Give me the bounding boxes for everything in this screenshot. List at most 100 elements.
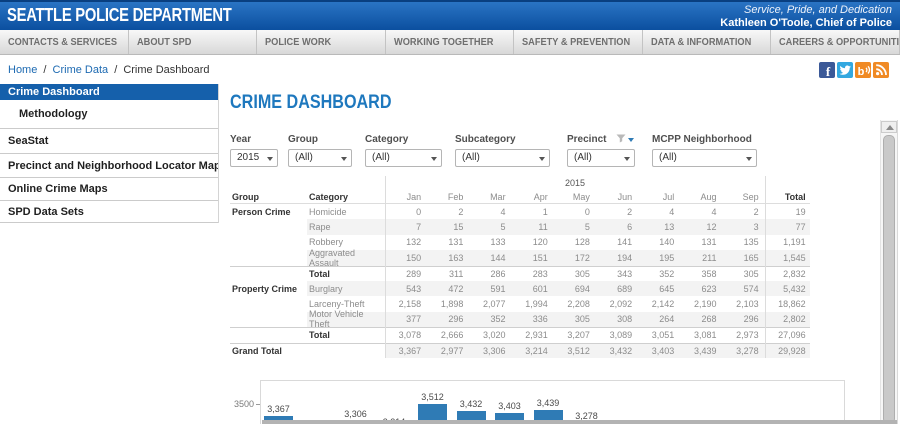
- cell-value: 2,158: [398, 299, 422, 310]
- breadcrumb-current: Crime Dashboard: [123, 64, 210, 76]
- filter-label: Category: [365, 133, 442, 146]
- table-row: Grand Total 3,367 2,977 3,306 3,214 3,512 3,43…: [230, 342, 810, 358]
- filter-caret-icon[interactable]: [628, 137, 635, 142]
- dropdown-caret-icon: [267, 157, 273, 161]
- table-row: Rape 7 15 5 11 5 6 13 12 3 77: [230, 219, 810, 235]
- blog-icon[interactable]: b: [855, 62, 871, 78]
- filter-subcategory: Subcategory (All): [455, 133, 550, 167]
- cell-total: 29,928: [778, 345, 806, 356]
- horizontal-scrollbar[interactable]: [262, 420, 897, 424]
- breadcrumb-link[interactable]: Home: [8, 64, 37, 76]
- breadcrumb: Home / Crime Data / Crime Dashboard: [8, 64, 210, 76]
- cell-value: 3,403: [651, 345, 675, 356]
- cell-category: Total: [309, 330, 330, 341]
- filter-dropdown[interactable]: (All): [365, 149, 442, 167]
- nav-item-working-together[interactable]: WORKING TOGETHER: [386, 30, 515, 54]
- cell-value: 472: [448, 283, 464, 294]
- cell-value: 3,512: [567, 345, 590, 356]
- filter-dropdown[interactable]: (All): [567, 149, 635, 167]
- cell-value: 601: [532, 283, 548, 294]
- dropdown-caret-icon: [624, 157, 630, 161]
- breadcrumb-link[interactable]: Crime Data: [53, 64, 109, 76]
- nav-item-careers-opportunities[interactable]: CAREERS & OPPORTUNITIES: [771, 30, 900, 54]
- filter-label: Subcategory: [455, 133, 550, 146]
- sidebar: Crime Dashboard Methodology SeaStat Precinc…: [0, 84, 219, 223]
- table-year-row: 2015: [230, 176, 810, 190]
- filter-value: (All): [372, 152, 390, 163]
- cell-value: 15: [453, 222, 464, 233]
- column-header-month: Sep: [742, 191, 759, 202]
- site-title: SEATTLE POLICE DEPARTMENT: [7, 5, 232, 25]
- cell-value: 150: [406, 252, 422, 263]
- table-divider-left: [385, 176, 386, 358]
- cell-value: 0: [416, 206, 422, 217]
- cell-value: 377: [406, 314, 422, 325]
- nav-item-label: CAREERS & OPPORTUNITIES: [779, 36, 900, 48]
- cell-value: 283: [532, 268, 548, 279]
- cell-value: 3,081: [693, 330, 717, 341]
- chart-bar-label: 3,439: [536, 398, 560, 409]
- page: SEATTLE POLICE DEPARTMENT Service, Pride…: [0, 0, 900, 424]
- chart-bar-label: 3,512: [421, 392, 444, 402]
- cell-value: 13: [664, 222, 675, 233]
- cell-group: Grand Total: [232, 345, 282, 356]
- cell-category: Robbery: [309, 237, 344, 248]
- facebook-icon[interactable]: f: [819, 62, 835, 78]
- page-title: CRIME DASHBOARD: [230, 92, 392, 113]
- chief-of-police: Kathleen O'Toole, Chief of Police: [720, 17, 892, 29]
- column-header-month: Apr: [533, 191, 548, 202]
- nav-item-about-spd[interactable]: ABOUT SPD: [129, 30, 258, 54]
- sidebar-item-spd-data-sets[interactable]: SPD Data Sets: [0, 201, 218, 223]
- cell-value: 543: [406, 283, 422, 294]
- cell-value: 623: [701, 283, 717, 294]
- cell-value: 12: [706, 222, 717, 233]
- rss-icon[interactable]: [873, 62, 889, 78]
- cell-value: 2,077: [483, 299, 506, 310]
- cell-value: 4: [500, 206, 506, 217]
- cell-value: 128: [574, 237, 590, 248]
- scrollbar-up-button[interactable]: [881, 121, 897, 133]
- funnel-icon[interactable]: [616, 134, 626, 146]
- cell-value: 352: [490, 314, 506, 325]
- cell-value: 694: [574, 283, 590, 294]
- filter-value: 2015: [237, 152, 260, 163]
- sidebar-item-online-crime-maps[interactable]: Online Crime Maps: [0, 178, 218, 201]
- filter-dropdown[interactable]: (All): [288, 149, 352, 167]
- filter-dropdown[interactable]: (All): [455, 149, 550, 167]
- nav-item-data-information[interactable]: DATA & INFORMATION: [643, 30, 772, 54]
- table-row: Aggravated Assault 150 163 144 151 172 194 195 2…: [230, 247, 810, 268]
- cell-value: 141: [617, 237, 633, 248]
- cell-category: Homicide: [309, 206, 347, 217]
- chart-bar-label: 3,403: [498, 401, 521, 412]
- cell-value: 135: [743, 237, 759, 248]
- vertical-scrollbar-thumb[interactable]: [883, 135, 895, 424]
- chart-bar-label: 3,432: [459, 398, 483, 409]
- cell-value: 296: [743, 314, 759, 325]
- cell-value: 2,931: [525, 330, 548, 341]
- sidebar-item-methodology[interactable]: Methodology: [0, 100, 218, 129]
- sidebar-item-precinct-and-neighborhood-locator-map[interactable]: Precinct and Neighborhood Locator Map: [0, 154, 218, 178]
- filter-controls: [616, 134, 635, 146]
- nav-item-contacts-services[interactable]: CONTACTS & SERVICES: [0, 30, 129, 54]
- breadcrumb-separator: /: [111, 64, 121, 76]
- svg-text:b: b: [858, 66, 865, 78]
- sidebar-item-seastat[interactable]: SeaStat: [0, 129, 218, 154]
- filter-dropdown[interactable]: 2015: [230, 149, 278, 167]
- filter-label-text: Year: [230, 134, 252, 145]
- cell-value: 2,973: [736, 330, 759, 341]
- filter-value: (All): [295, 152, 313, 163]
- cell-value: 2: [753, 206, 759, 217]
- cell-value: 264: [659, 314, 675, 325]
- filter-dropdown[interactable]: (All): [652, 149, 757, 167]
- cell-value: 305: [743, 268, 759, 279]
- nav-item-police-work[interactable]: POLICE WORK: [257, 30, 386, 54]
- twitter-icon[interactable]: [837, 62, 853, 78]
- cell-category: Aggravated Assault: [309, 247, 356, 268]
- column-header-month: Jan: [406, 191, 422, 202]
- column-header-month: Jul: [662, 191, 675, 202]
- social-icons: fb: [819, 62, 889, 78]
- sidebar-item-crime-dashboard[interactable]: Crime Dashboard: [0, 84, 218, 100]
- cell-value: 11: [538, 222, 548, 233]
- nav-item-safety-prevention[interactable]: SAFETY & PREVENTION: [514, 30, 643, 54]
- filter-mcpp-neighborhood: MCPP Neighborhood (All): [652, 133, 757, 167]
